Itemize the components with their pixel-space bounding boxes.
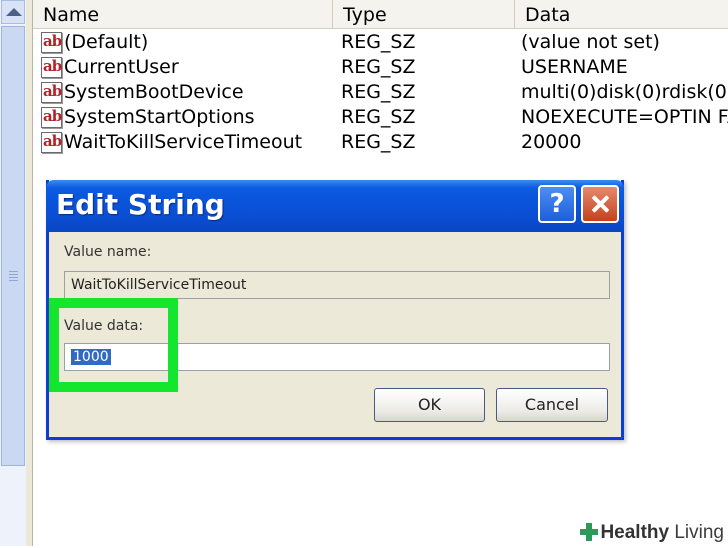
list-item[interactable]: ab SystemStartOptions REG_SZ NOEXECUTE=O… [33, 105, 728, 130]
value-name: CurrentUser [64, 56, 179, 78]
close-button[interactable] [581, 185, 619, 223]
list-header: Name Type Data [33, 0, 728, 29]
value-data: multi(0)disk(0)rdisk(0)p [521, 81, 728, 103]
string-value-icon: ab [41, 57, 62, 78]
value-name: SystemBootDevice [64, 81, 244, 103]
value-name: WaitToKillServiceTimeout [64, 131, 303, 153]
column-data-header[interactable]: Data [515, 0, 728, 28]
value-type: REG_SZ [341, 131, 416, 153]
scroll-grip-icon [9, 271, 18, 281]
tree-scrollbar[interactable] [0, 0, 27, 546]
value-data: 20000 [521, 131, 582, 153]
dialog-titlebar[interactable]: Edit String ? [46, 180, 624, 232]
list-item[interactable]: ab (Default) REG_SZ (value not set) [33, 30, 728, 55]
value-name: (Default) [64, 31, 149, 53]
cancel-button[interactable]: Cancel [496, 388, 608, 422]
list-item[interactable]: ab CurrentUser REG_SZ USERNAME [33, 55, 728, 80]
value-type: REG_SZ [341, 106, 416, 128]
help-button[interactable]: ? [538, 185, 576, 223]
value-type: REG_SZ [341, 81, 416, 103]
string-value-icon: ab [41, 32, 62, 53]
value-name-label: Value name: [64, 244, 152, 260]
string-value-icon: ab [41, 132, 62, 153]
healthy-living-watermark: Healthy Living [574, 518, 728, 546]
medical-cross-icon [580, 523, 599, 541]
value-name: SystemStartOptions [64, 106, 255, 128]
list-item[interactable]: ab WaitToKillServiceTimeout REG_SZ 20000 [33, 130, 728, 155]
value-name-field: WaitToKillServiceTimeout [64, 271, 610, 299]
column-type-header[interactable]: Type [333, 0, 515, 28]
string-value-icon: ab [41, 82, 62, 103]
edit-string-dialog: Edit String ? Value name: WaitToKillServ… [46, 180, 624, 440]
value-type: REG_SZ [341, 56, 416, 78]
highlight-box [49, 298, 178, 392]
ok-button[interactable]: OK [374, 388, 485, 422]
list-item[interactable]: ab SystemBootDevice REG_SZ multi(0)disk(… [33, 80, 728, 105]
value-data: (value not set) [521, 31, 660, 53]
value-type: REG_SZ [341, 31, 416, 53]
value-data: USERNAME [521, 56, 628, 78]
string-value-icon: ab [41, 107, 62, 128]
scroll-up-arrow-icon[interactable] [1, 0, 25, 24]
pane-splitter[interactable] [26, 0, 33, 546]
column-name-header[interactable]: Name [33, 0, 333, 28]
value-data: NOEXECUTE=OPTIN FA [521, 106, 728, 128]
scroll-thumb[interactable] [1, 26, 25, 466]
dialog-title: Edit String [56, 188, 225, 221]
